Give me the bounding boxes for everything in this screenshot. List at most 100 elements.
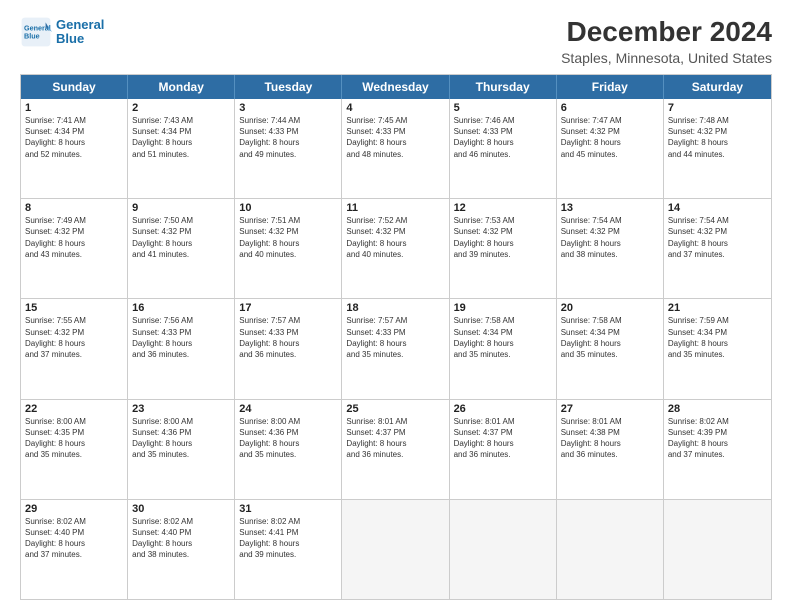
day-friday: Friday bbox=[557, 75, 664, 99]
calendar-cell: 18Sunrise: 7:57 AMSunset: 4:33 PMDayligh… bbox=[342, 299, 449, 398]
svg-text:Blue: Blue bbox=[24, 31, 40, 40]
cell-date: 14 bbox=[668, 202, 767, 214]
cell-info: Sunrise: 7:41 AMSunset: 4:34 PMDaylight:… bbox=[25, 115, 123, 160]
cell-info: Sunrise: 8:02 AMSunset: 4:39 PMDaylight:… bbox=[668, 416, 767, 461]
day-monday: Monday bbox=[128, 75, 235, 99]
day-saturday: Saturday bbox=[664, 75, 771, 99]
cell-date: 3 bbox=[239, 102, 337, 114]
cell-date: 10 bbox=[239, 202, 337, 214]
cell-info: Sunrise: 7:47 AMSunset: 4:32 PMDaylight:… bbox=[561, 115, 659, 160]
calendar-cell: 20Sunrise: 7:58 AMSunset: 4:34 PMDayligh… bbox=[557, 299, 664, 398]
calendar-cell: 27Sunrise: 8:01 AMSunset: 4:38 PMDayligh… bbox=[557, 400, 664, 499]
cell-info: Sunrise: 7:49 AMSunset: 4:32 PMDaylight:… bbox=[25, 215, 123, 260]
calendar-cell: 23Sunrise: 8:00 AMSunset: 4:36 PMDayligh… bbox=[128, 400, 235, 499]
cell-date: 7 bbox=[668, 102, 767, 114]
calendar-cell: 28Sunrise: 8:02 AMSunset: 4:39 PMDayligh… bbox=[664, 400, 771, 499]
cell-info: Sunrise: 8:00 AMSunset: 4:35 PMDaylight:… bbox=[25, 416, 123, 461]
title-block: December 2024 Staples, Minnesota, United… bbox=[561, 16, 772, 66]
cell-date: 21 bbox=[668, 302, 767, 314]
cell-date: 13 bbox=[561, 202, 659, 214]
cell-date: 12 bbox=[454, 202, 552, 214]
day-tuesday: Tuesday bbox=[235, 75, 342, 99]
day-sunday: Sunday bbox=[21, 75, 128, 99]
cell-date: 4 bbox=[346, 102, 444, 114]
calendar-cell: 1Sunrise: 7:41 AMSunset: 4:34 PMDaylight… bbox=[21, 99, 128, 198]
cell-info: Sunrise: 7:53 AMSunset: 4:32 PMDaylight:… bbox=[454, 215, 552, 260]
calendar-cell bbox=[557, 500, 664, 599]
cell-info: Sunrise: 8:02 AMSunset: 4:41 PMDaylight:… bbox=[239, 516, 337, 561]
cell-info: Sunrise: 8:01 AMSunset: 4:38 PMDaylight:… bbox=[561, 416, 659, 461]
cell-info: Sunrise: 8:00 AMSunset: 4:36 PMDaylight:… bbox=[132, 416, 230, 461]
week-row-3: 15Sunrise: 7:55 AMSunset: 4:32 PMDayligh… bbox=[21, 299, 771, 399]
calendar-cell: 8Sunrise: 7:49 AMSunset: 4:32 PMDaylight… bbox=[21, 199, 128, 298]
page: General Blue GeneralBlue December 2024 S… bbox=[0, 0, 792, 612]
cell-info: Sunrise: 8:00 AMSunset: 4:36 PMDaylight:… bbox=[239, 416, 337, 461]
cell-info: Sunrise: 7:56 AMSunset: 4:33 PMDaylight:… bbox=[132, 315, 230, 360]
calendar-cell: 14Sunrise: 7:54 AMSunset: 4:32 PMDayligh… bbox=[664, 199, 771, 298]
calendar-cell: 16Sunrise: 7:56 AMSunset: 4:33 PMDayligh… bbox=[128, 299, 235, 398]
calendar-cell: 17Sunrise: 7:57 AMSunset: 4:33 PMDayligh… bbox=[235, 299, 342, 398]
calendar-cell: 2Sunrise: 7:43 AMSunset: 4:34 PMDaylight… bbox=[128, 99, 235, 198]
cell-info: Sunrise: 7:45 AMSunset: 4:33 PMDaylight:… bbox=[346, 115, 444, 160]
cell-info: Sunrise: 7:54 AMSunset: 4:32 PMDaylight:… bbox=[561, 215, 659, 260]
cell-info: Sunrise: 7:58 AMSunset: 4:34 PMDaylight:… bbox=[454, 315, 552, 360]
week-row-4: 22Sunrise: 8:00 AMSunset: 4:35 PMDayligh… bbox=[21, 400, 771, 500]
cell-date: 28 bbox=[668, 403, 767, 415]
cell-info: Sunrise: 7:44 AMSunset: 4:33 PMDaylight:… bbox=[239, 115, 337, 160]
week-row-2: 8Sunrise: 7:49 AMSunset: 4:32 PMDaylight… bbox=[21, 199, 771, 299]
calendar-cell: 25Sunrise: 8:01 AMSunset: 4:37 PMDayligh… bbox=[342, 400, 449, 499]
cell-info: Sunrise: 7:43 AMSunset: 4:34 PMDaylight:… bbox=[132, 115, 230, 160]
calendar-cell bbox=[342, 500, 449, 599]
cell-date: 29 bbox=[25, 503, 123, 515]
cell-date: 6 bbox=[561, 102, 659, 114]
header: General Blue GeneralBlue December 2024 S… bbox=[20, 16, 772, 66]
cell-info: Sunrise: 7:55 AMSunset: 4:32 PMDaylight:… bbox=[25, 315, 123, 360]
cell-info: Sunrise: 7:59 AMSunset: 4:34 PMDaylight:… bbox=[668, 315, 767, 360]
cell-date: 26 bbox=[454, 403, 552, 415]
calendar: Sunday Monday Tuesday Wednesday Thursday… bbox=[20, 74, 772, 600]
calendar-cell: 22Sunrise: 8:00 AMSunset: 4:35 PMDayligh… bbox=[21, 400, 128, 499]
week-row-5: 29Sunrise: 8:02 AMSunset: 4:40 PMDayligh… bbox=[21, 500, 771, 599]
calendar-cell: 9Sunrise: 7:50 AMSunset: 4:32 PMDaylight… bbox=[128, 199, 235, 298]
calendar-cell: 29Sunrise: 8:02 AMSunset: 4:40 PMDayligh… bbox=[21, 500, 128, 599]
week-row-1: 1Sunrise: 7:41 AMSunset: 4:34 PMDaylight… bbox=[21, 99, 771, 199]
cell-info: Sunrise: 7:46 AMSunset: 4:33 PMDaylight:… bbox=[454, 115, 552, 160]
cell-date: 5 bbox=[454, 102, 552, 114]
cell-info: Sunrise: 8:02 AMSunset: 4:40 PMDaylight:… bbox=[25, 516, 123, 561]
calendar-cell: 24Sunrise: 8:00 AMSunset: 4:36 PMDayligh… bbox=[235, 400, 342, 499]
cell-info: Sunrise: 7:51 AMSunset: 4:32 PMDaylight:… bbox=[239, 215, 337, 260]
cell-date: 1 bbox=[25, 102, 123, 114]
calendar-header: Sunday Monday Tuesday Wednesday Thursday… bbox=[21, 75, 771, 99]
cell-info: Sunrise: 7:50 AMSunset: 4:32 PMDaylight:… bbox=[132, 215, 230, 260]
cell-info: Sunrise: 7:57 AMSunset: 4:33 PMDaylight:… bbox=[346, 315, 444, 360]
cell-date: 20 bbox=[561, 302, 659, 314]
main-title: December 2024 bbox=[561, 16, 772, 48]
cell-info: Sunrise: 8:01 AMSunset: 4:37 PMDaylight:… bbox=[454, 416, 552, 461]
logo: General Blue GeneralBlue bbox=[20, 16, 104, 48]
cell-date: 24 bbox=[239, 403, 337, 415]
calendar-cell: 19Sunrise: 7:58 AMSunset: 4:34 PMDayligh… bbox=[450, 299, 557, 398]
cell-date: 23 bbox=[132, 403, 230, 415]
cell-info: Sunrise: 7:54 AMSunset: 4:32 PMDaylight:… bbox=[668, 215, 767, 260]
calendar-cell: 7Sunrise: 7:48 AMSunset: 4:32 PMDaylight… bbox=[664, 99, 771, 198]
logo-icon: General Blue bbox=[20, 16, 52, 48]
calendar-body: 1Sunrise: 7:41 AMSunset: 4:34 PMDaylight… bbox=[21, 99, 771, 599]
calendar-cell: 4Sunrise: 7:45 AMSunset: 4:33 PMDaylight… bbox=[342, 99, 449, 198]
calendar-cell: 5Sunrise: 7:46 AMSunset: 4:33 PMDaylight… bbox=[450, 99, 557, 198]
calendar-cell: 30Sunrise: 8:02 AMSunset: 4:40 PMDayligh… bbox=[128, 500, 235, 599]
cell-info: Sunrise: 8:01 AMSunset: 4:37 PMDaylight:… bbox=[346, 416, 444, 461]
cell-date: 31 bbox=[239, 503, 337, 515]
calendar-cell: 12Sunrise: 7:53 AMSunset: 4:32 PMDayligh… bbox=[450, 199, 557, 298]
cell-date: 18 bbox=[346, 302, 444, 314]
day-thursday: Thursday bbox=[450, 75, 557, 99]
calendar-cell: 15Sunrise: 7:55 AMSunset: 4:32 PMDayligh… bbox=[21, 299, 128, 398]
cell-date: 17 bbox=[239, 302, 337, 314]
calendar-cell bbox=[664, 500, 771, 599]
cell-date: 25 bbox=[346, 403, 444, 415]
cell-info: Sunrise: 7:52 AMSunset: 4:32 PMDaylight:… bbox=[346, 215, 444, 260]
cell-date: 15 bbox=[25, 302, 123, 314]
logo-text: GeneralBlue bbox=[56, 18, 104, 47]
cell-date: 9 bbox=[132, 202, 230, 214]
cell-date: 30 bbox=[132, 503, 230, 515]
day-wednesday: Wednesday bbox=[342, 75, 449, 99]
